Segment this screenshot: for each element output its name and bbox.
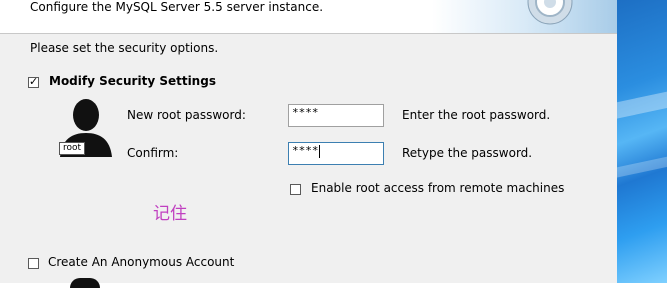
root-user-avatar: root — [56, 97, 114, 157]
gear-icon — [527, 0, 573, 25]
security-prompt: Please set the security options. — [30, 41, 219, 55]
new-password-value: **** — [292, 106, 319, 119]
remote-access-label: Enable root access from remote machines — [311, 181, 565, 195]
remote-access-checkbox[interactable] — [290, 184, 301, 195]
header-subtitle: Configure the MySQL Server 5.5 server in… — [30, 0, 324, 14]
new-password-label: New root password: — [127, 108, 246, 122]
modify-security-checkbox[interactable] — [28, 75, 39, 88]
confirm-password-hint: Retype the password. — [402, 146, 533, 160]
anonymous-user-icon — [70, 278, 100, 288]
desktop-background — [606, 0, 667, 283]
confirm-password-input[interactable]: **** — [288, 142, 384, 165]
anonymous-account-label: Create An Anonymous Account — [48, 255, 235, 269]
new-password-input[interactable]: **** — [288, 104, 384, 127]
modify-security-label: Modify Security Settings — [49, 74, 216, 88]
security-options-panel: Please set the security options. Modify … — [0, 34, 617, 288]
confirm-label: Confirm: — [127, 146, 179, 160]
text-caret — [318, 144, 320, 158]
root-badge: root — [59, 142, 86, 155]
confirm-password-value: **** — [292, 144, 319, 157]
handwritten-annotation: 记住 — [153, 204, 187, 224]
wizard-header: Configure the MySQL Server 5.5 server in… — [0, 0, 617, 34]
anonymous-account-checkbox[interactable] — [28, 258, 39, 269]
new-password-hint: Enter the root password. — [402, 108, 551, 122]
